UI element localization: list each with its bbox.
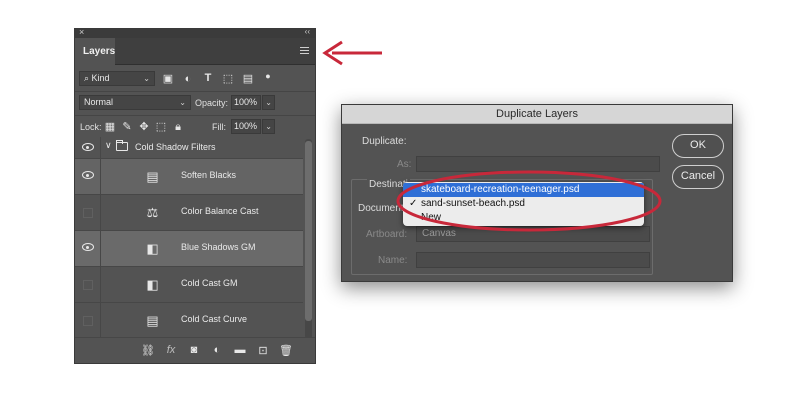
blend-mode-value: Normal — [84, 97, 114, 107]
chevron-down-icon: ⌄ — [265, 122, 272, 131]
curves-icon: ▤ — [146, 313, 159, 328]
lock-row: Lock: ▦ ✎ ✥ ⬚ 🔒︎ Fill: 100% ⌄ — [75, 117, 315, 137]
annotation-arrow-icon — [322, 40, 382, 66]
fill-label: Fill: — [212, 122, 226, 132]
layer-row[interactable]: ▤ Soften Blacks — [75, 159, 303, 195]
layer-name: Cold Cast GM — [181, 278, 238, 288]
layer-name: Color Balance Cast — [181, 206, 259, 216]
lock-image-icon[interactable]: ✎ — [120, 121, 134, 133]
opacity-input[interactable]: 100% — [231, 95, 261, 110]
scrollbar-thumb[interactable] — [305, 141, 312, 321]
color-balance-icon: ⚖ — [146, 205, 159, 220]
add-mask-icon[interactable]: ◙ — [187, 344, 201, 356]
cancel-button[interactable]: Cancel — [672, 165, 724, 189]
chevron-down-icon: ⌄ — [265, 98, 272, 107]
lock-position-icon[interactable]: ✥ — [137, 121, 151, 133]
group-name: Cold Shadow Filters — [135, 142, 216, 152]
eye-icon — [82, 143, 94, 151]
gradient-map-icon: ◧ — [146, 277, 159, 292]
visibility-toggle[interactable] — [75, 267, 101, 302]
visibility-toggle[interactable] — [75, 137, 101, 158]
duplicate-label: Duplicate: — [362, 136, 407, 147]
close-panel-icon[interactable]: × — [79, 29, 84, 37]
shape-filter-icon[interactable]: ⬚ — [221, 73, 235, 85]
layer-row[interactable]: ◧ Cold Cast GM — [75, 267, 303, 303]
visibility-toggle[interactable] — [75, 159, 101, 194]
panel-tab-bar: Layers — [75, 38, 315, 66]
opacity-dropdown[interactable]: ⌄ — [262, 95, 275, 110]
scrollbar[interactable] — [305, 139, 312, 339]
gradient-map-icon: ◧ — [146, 241, 159, 256]
curves-icon: ▤ — [146, 169, 159, 184]
name-label: Name: — [378, 255, 408, 266]
visibility-toggle[interactable] — [75, 231, 101, 266]
pixel-filter-icon[interactable]: ▣ — [161, 73, 175, 85]
search-icon: ⌕ — [84, 73, 92, 83]
blend-mode-select[interactable]: Normal ⌄ — [79, 95, 191, 110]
type-filter-icon[interactable]: T — [201, 72, 215, 84]
layer-name: Cold Cast Curve — [181, 314, 248, 324]
eye-icon — [82, 243, 94, 251]
lock-all-icon[interactable]: 🔒︎ — [171, 121, 185, 133]
link-layers-icon[interactable]: ⛓ — [141, 344, 155, 357]
divider — [75, 115, 315, 116]
blend-row: Normal ⌄ Opacity: 100% ⌄ — [75, 93, 315, 113]
fill-input[interactable]: 100% — [231, 119, 261, 134]
folder-icon — [116, 140, 128, 151]
lock-artboard-icon[interactable]: ⬚ — [154, 121, 168, 133]
fx-icon[interactable]: fx — [164, 344, 178, 356]
filter-kind-select[interactable]: ⌕ Kind ⌄ — [79, 71, 155, 86]
tab-layers[interactable]: Layers — [75, 38, 115, 66]
ok-button[interactable]: OK — [672, 134, 724, 158]
lock-transparent-icon[interactable]: ▦ — [103, 121, 117, 133]
collapse-panel-icon[interactable]: ‹‹ — [305, 29, 310, 36]
layer-name: Blue Shadows GM — [181, 242, 256, 252]
layers-bottom-toolbar: ⛓ fx ◙ ◐ ▬ ⊡ 🗑︎ — [75, 337, 315, 363]
new-layer-icon[interactable]: ⊡ — [256, 344, 270, 357]
layer-group-row[interactable]: ∨ Cold Shadow Filters — [75, 137, 303, 159]
adjustment-filter-icon[interactable]: ◐ — [181, 73, 195, 85]
filter-kind-label: Kind — [91, 73, 110, 83]
visibility-off-box — [83, 316, 93, 326]
eye-icon — [82, 171, 94, 179]
layer-name: Soften Blacks — [181, 170, 237, 180]
dialog-title: Duplicate Layers — [342, 105, 732, 124]
panel-title-strip: × ‹‹ — [75, 29, 315, 38]
new-adjustment-layer-icon[interactable]: ◐ — [210, 344, 224, 356]
chevron-down-icon: ⌄ — [143, 74, 150, 83]
panel-menu-icon[interactable] — [300, 47, 309, 54]
visibility-off-box — [83, 208, 93, 218]
lock-label: Lock: — [80, 122, 102, 132]
trash-icon[interactable]: 🗑︎ — [279, 344, 293, 357]
filter-toggle-icon[interactable]: ● — [261, 70, 275, 82]
chevron-down-icon[interactable]: ∨ — [105, 140, 112, 151]
divider — [75, 91, 315, 92]
layer-row[interactable]: ◧ Blue Shadows GM — [75, 231, 303, 267]
filter-row: ⌕ Kind ⌄ ▣ ◐ T ⬚ ▤ ● — [75, 69, 315, 89]
visibility-toggle[interactable] — [75, 195, 101, 230]
opacity-label: Opacity: — [195, 98, 229, 108]
visibility-toggle[interactable] — [75, 303, 101, 338]
new-group-icon[interactable]: ▬ — [233, 344, 247, 356]
chevron-down-icon: ⌄ — [179, 98, 186, 107]
name-input[interactable] — [416, 252, 650, 268]
annotation-ellipse-icon — [396, 170, 662, 232]
fill-dropdown[interactable]: ⌄ — [262, 119, 275, 134]
smart-object-filter-icon[interactable]: ▤ — [241, 73, 255, 85]
layer-row[interactable]: ⚖ Color Balance Cast — [75, 195, 303, 231]
layers-panel: × ‹‹ Layers ⌕ Kind ⌄ ▣ ◐ T ⬚ ▤ ● Normal … — [74, 28, 316, 364]
layer-row[interactable]: ▤ Cold Cast Curve — [75, 303, 303, 339]
visibility-off-box — [83, 280, 93, 290]
